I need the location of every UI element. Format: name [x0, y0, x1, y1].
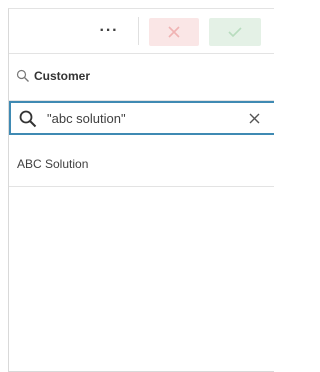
more-options-icon: ··· [99, 22, 119, 39]
toolbar-divider [138, 17, 139, 45]
cancel-selection-button[interactable] [149, 18, 199, 46]
selection-toolbar: ··· [9, 9, 274, 54]
more-options-button[interactable]: ··· [93, 19, 125, 43]
search-field[interactable]: "abc solution" [9, 101, 274, 135]
close-icon [249, 113, 259, 123]
search-input[interactable]: "abc solution" [47, 111, 126, 126]
list-item[interactable]: ABC Solution [9, 151, 274, 187]
checkmark-icon [228, 27, 242, 38]
selection-panel: ··· Customer "abc solution" ABC Solution [8, 8, 274, 372]
search-icon [19, 110, 37, 128]
field-header: Customer [9, 53, 274, 101]
confirm-selection-button[interactable] [209, 18, 261, 46]
clear-search-button[interactable] [247, 111, 261, 125]
field-title: Customer [34, 69, 91, 83]
list-item-label: ABC Solution [17, 157, 89, 171]
lookup-icon [16, 69, 29, 82]
close-icon [168, 26, 180, 38]
